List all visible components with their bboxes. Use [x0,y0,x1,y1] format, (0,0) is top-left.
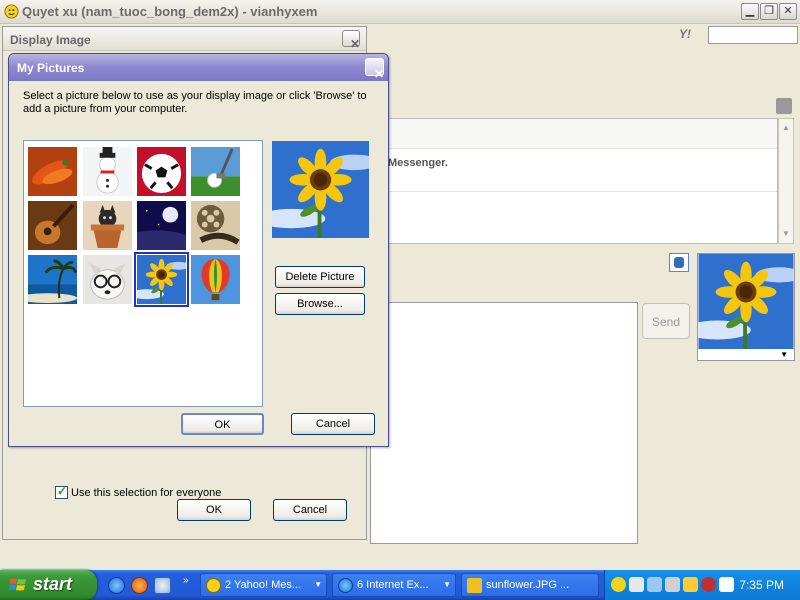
contact-details-icon[interactable] [669,253,689,272]
chevron-right-icon[interactable]: » [183,575,189,586]
picture-list[interactable] [23,140,263,407]
conversation-text: Messenger. [388,157,448,169]
my-pictures-titlebar: My Pictures ✕ [9,54,388,81]
chat-icon[interactable] [719,577,734,592]
thumbnail-palm-beach[interactable] [28,255,77,304]
internet-explorer-icon [338,578,353,593]
display-image-ok-button[interactable]: OK [177,499,251,521]
thumbnail-film-reel[interactable] [191,201,240,250]
shield-icon[interactable] [647,577,662,592]
display-image-cancel-button[interactable]: Cancel [273,499,347,521]
thumbnail-soccer-ball[interactable] [137,147,186,196]
paint-icon [467,578,482,593]
firefox-icon[interactable] [131,577,148,594]
yahoo-tray-icon[interactable] [611,577,626,592]
display-image-close-button[interactable]: ✕ [342,30,360,51]
my-pictures-title: My Pictures [17,61,85,75]
task-label: sunflower.JPG ... [486,579,570,591]
conversation-header-row [371,119,777,149]
message-input[interactable] [370,302,638,544]
my-display-image[interactable]: ▼ [697,253,795,361]
messenger-titlebar: Quyet xu (nam_tuoc_bong_dem2x) - vianhyx… [0,0,800,24]
my-pictures-close-button[interactable]: ✕ [365,58,384,81]
display-image-title: Display Image [10,33,91,47]
sunflower-image [698,254,794,349]
yahoo-smiley-icon [206,578,221,593]
display-image-titlebar: Display Image ✕ [3,27,366,51]
chevron-down-icon: ▼ [314,580,322,589]
browse-button[interactable]: Browse... [275,293,365,315]
task-sunflower-image[interactable]: sunflower.JPG ... [461,573,599,597]
conversation-divider [371,191,777,192]
my-pictures-instructions: Select a picture below to use as your di… [23,90,367,115]
yahoo-messenger-icon [4,4,19,19]
desktop-icon[interactable] [154,577,171,594]
start-button[interactable]: start [0,570,97,600]
minimize-icon: ▁ [745,5,755,17]
chevron-down-icon: ▼ [443,580,451,589]
contact-card-icon[interactable] [776,98,792,114]
restore-button[interactable]: ❐ [760,3,778,20]
restore-icon: ❐ [764,5,774,17]
window-title: Quyet xu (nam_tuoc_bong_dem2x) - vianhyx… [22,4,318,19]
chevron-down-icon[interactable]: ▼ [780,350,788,359]
use-for-everyone-checkbox[interactable] [55,484,68,500]
thumbnail-cat-in-pot[interactable] [83,201,132,250]
task-label: 2 Yahoo! Mes... [225,579,302,591]
scroll-up-icon[interactable]: ▲ [779,121,793,135]
close-button[interactable]: ✕ [779,3,797,20]
clock: 7:35 PM [739,578,784,592]
start-label: start [33,574,73,594]
close-icon: ✕ [783,5,793,17]
send-button[interactable]: Send [642,303,690,339]
thumbnail-snowman[interactable] [83,147,132,196]
close-icon: ✕ [374,67,385,81]
task-yahoo-messenger[interactable]: 2 Yahoo! Mes... ▼ [200,573,327,597]
use-for-everyone-label: Use this selection for everyone [71,486,222,499]
volume-icon[interactable] [683,577,698,592]
conversation-scrollbar[interactable]: ▲ ▼ [778,118,794,244]
my-pictures-cancel-button[interactable]: Cancel [291,413,375,435]
thumbnail-golf-ball[interactable] [191,147,240,196]
thumbnail-dog-glasses[interactable] [83,255,132,304]
security-alert-icon[interactable] [701,577,716,592]
yahoo-icon: Y! [679,27,691,41]
my-pictures-dialog: My Pictures ✕ Select a picture below to … [8,53,389,447]
thumbnail-chili-peppers[interactable] [28,147,77,196]
delete-picture-button[interactable]: Delete Picture [275,266,365,288]
windows-logo-icon [9,578,26,591]
conversation-history[interactable]: Messenger. [370,118,778,244]
web-search-input[interactable] [708,26,798,44]
thumbnail-moon[interactable] [137,201,186,250]
my-pictures-ok-button[interactable]: OK [181,413,264,435]
thumbnail-sunflower[interactable] [134,252,189,307]
internet-explorer-icon[interactable] [108,577,125,594]
taskbar: start » 2 Yahoo! Mes... ▼ 6 Internet Ex.… [0,570,800,600]
minimize-button[interactable]: ▁ [741,3,759,20]
thumbnail-hot-air-balloon[interactable] [191,255,240,304]
task-label: 6 Internet Ex... [357,579,429,591]
task-internet-explorer[interactable]: 6 Internet Ex... ▼ [332,573,456,597]
close-icon: ✕ [350,37,361,51]
scroll-down-icon[interactable]: ▼ [779,227,793,241]
selected-picture-preview [272,141,369,238]
network-icon[interactable] [629,577,644,592]
display-icon[interactable] [665,577,680,592]
system-tray: 7:35 PM [604,570,800,600]
thumbnail-guitar[interactable] [28,201,77,250]
